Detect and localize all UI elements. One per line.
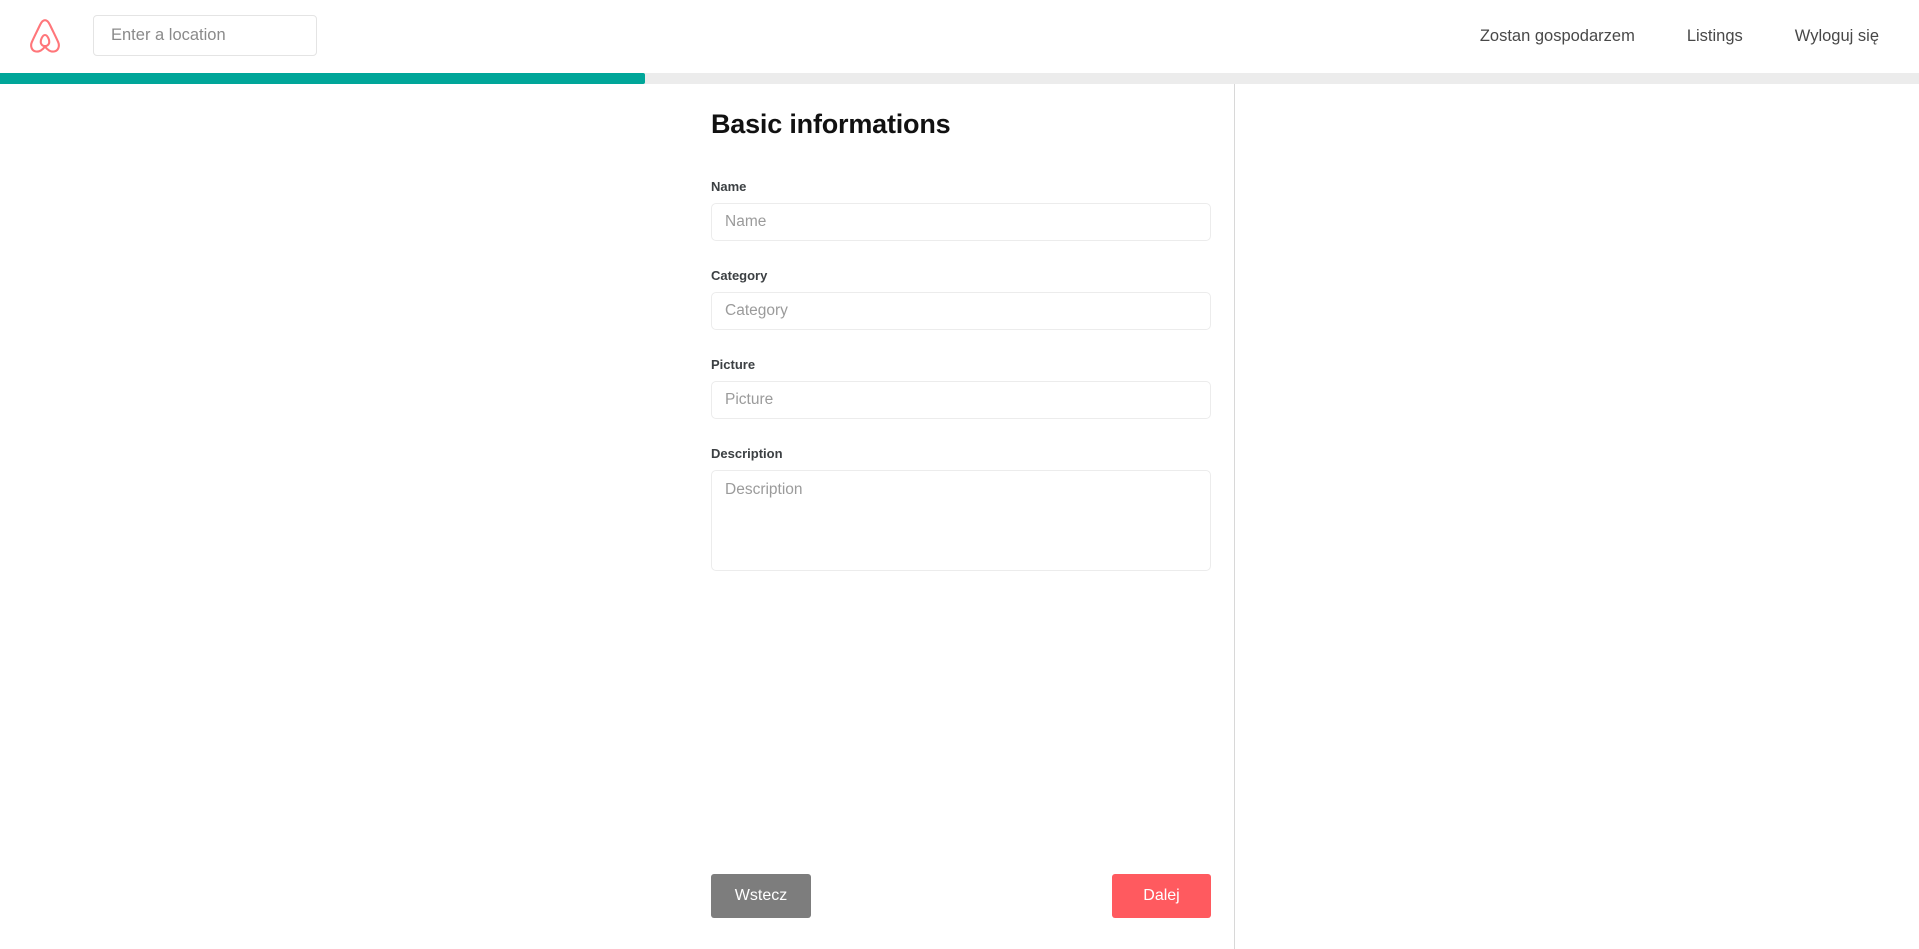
label-category: Category — [711, 268, 768, 283]
nav-link-logout[interactable]: Wyloguj się — [1795, 27, 1879, 46]
wizard-button-row: Wstecz Dalej — [711, 874, 1211, 918]
airbnb-belo-logo-icon[interactable] — [20, 12, 70, 60]
input-category[interactable] — [711, 292, 1211, 330]
wizard-progress-fill — [0, 73, 645, 84]
location-search-input[interactable] — [93, 15, 317, 56]
page-title: Basic informations — [711, 109, 951, 139]
label-name: Name — [711, 179, 747, 194]
label-description: Description — [711, 446, 783, 461]
input-description[interactable] — [711, 470, 1211, 571]
nav-link-listings[interactable]: Listings — [1687, 27, 1743, 46]
top-header: Zostan gospodarzem Listings Wyloguj się — [0, 0, 1919, 73]
back-button[interactable]: Wstecz — [711, 874, 811, 918]
next-button[interactable]: Dalej — [1112, 874, 1211, 918]
header-nav: Zostan gospodarzem Listings Wyloguj się — [1480, 0, 1879, 73]
label-picture: Picture — [711, 357, 756, 372]
wizard-progress-track — [0, 73, 1919, 84]
input-name[interactable] — [711, 203, 1211, 241]
field-group-name: Name — [711, 179, 1211, 241]
input-picture[interactable] — [711, 381, 1211, 419]
nav-link-become-host[interactable]: Zostan gospodarzem — [1480, 27, 1635, 46]
field-group-picture: Picture — [711, 357, 1211, 419]
right-preview-pane — [1235, 84, 1919, 949]
basic-informations-form: Basic informations Name Category Picture… — [711, 84, 1211, 571]
field-group-category: Category — [711, 268, 1211, 330]
field-group-description: Description — [711, 446, 1211, 571]
